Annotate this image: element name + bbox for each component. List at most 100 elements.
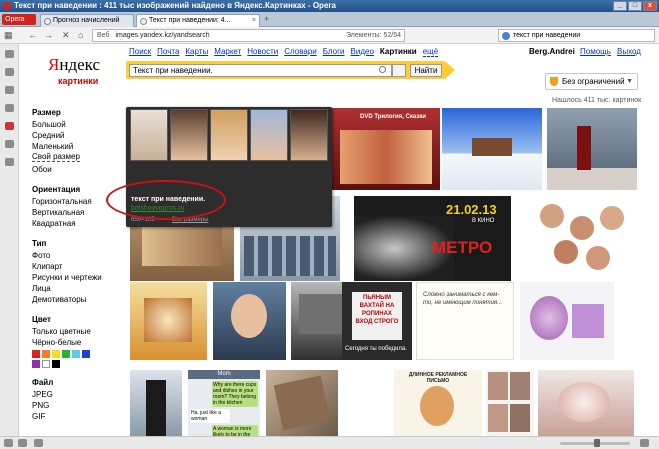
help-link[interactable]: Помощь — [580, 47, 611, 56]
chat-icon[interactable] — [5, 86, 14, 94]
nav-link-mail[interactable]: Почта — [157, 47, 179, 57]
tooltip-portrait[interactable] — [250, 109, 288, 161]
username[interactable]: Berg.Andrei — [529, 47, 575, 56]
panels-toggle-icon[interactable]: ▦ — [4, 30, 13, 40]
note-thumbnail[interactable]: Сложно заниматься с кем-то, не имеющим п… — [416, 282, 514, 360]
home-icon[interactable]: ⌂ — [78, 30, 83, 40]
swatch-black[interactable] — [52, 360, 60, 368]
tab-prognoz[interactable]: Прогноз начислений — [40, 14, 134, 27]
sync-icon[interactable] — [34, 439, 43, 447]
nav-link-search[interactable]: Поиск — [129, 47, 151, 57]
unite-icon[interactable] — [5, 158, 14, 166]
filter-size-small[interactable]: Маленький — [32, 141, 122, 152]
filter-square[interactable]: Квадратная — [32, 218, 122, 229]
image-thumbnail[interactable] — [520, 282, 614, 360]
filter-size-wallpaper[interactable]: Обои — [32, 164, 122, 175]
zoom-slider-handle[interactable] — [594, 439, 600, 447]
nav-link-dictionaries[interactable]: Словари — [284, 47, 317, 57]
cartoon-figure-shape — [420, 386, 454, 426]
tooltip-portrait[interactable] — [210, 109, 248, 161]
tooltip-portrait[interactable] — [170, 109, 208, 161]
tooltip-portrait[interactable] — [290, 109, 328, 161]
filter-type-clipart[interactable]: Клипарт — [32, 261, 122, 272]
logo-subtitle[interactable]: картинки — [58, 76, 98, 86]
cartoon-thumbnail[interactable]: ДЛИННОЕ РЕКЛАМНОЕ ПИСЬМО — [394, 370, 482, 436]
filter-color-only[interactable]: Только цветные — [32, 326, 122, 337]
metro-poster-thumbnail[interactable]: 21.02.13 В КИНО МЕТРО — [354, 196, 511, 281]
opera-menu-button[interactable]: Opera — [2, 14, 36, 25]
window-titlebar: Текст при наведении : 411 тыс изображени… — [0, 0, 659, 12]
nav-link-blogs[interactable]: Блоги — [323, 47, 345, 57]
filter-vertical[interactable]: Вертикальная — [32, 207, 122, 218]
image-thumbnail[interactable] — [486, 370, 534, 436]
search-form: Найти — [126, 61, 455, 79]
clear-search-icon[interactable] — [379, 66, 386, 73]
image-thumbnail[interactable] — [130, 282, 207, 360]
swatch-white[interactable] — [42, 360, 50, 368]
image-thumbnail[interactable] — [442, 108, 542, 190]
tab-yandex-images[interactable]: Текст при наведении: 4... × — [136, 14, 260, 27]
nav-link-market[interactable]: Маркет — [214, 47, 241, 57]
filter-file-gif[interactable]: GIF — [32, 411, 122, 422]
image-thumbnail[interactable] — [538, 370, 634, 436]
favicon-icon — [44, 18, 51, 25]
back-arrow-icon[interactable]: ← — [28, 30, 37, 40]
book-shape — [273, 375, 331, 431]
sms-thumbnail[interactable]: Mom Why are there cups and dishes in you… — [188, 370, 260, 436]
bookmarks-star-icon[interactable] — [5, 50, 14, 58]
swatch-cyan[interactable] — [72, 350, 80, 358]
notes-icon[interactable] — [5, 104, 14, 112]
image-thumbnail[interactable] — [213, 282, 286, 360]
swatch-orange[interactable] — [42, 350, 50, 358]
maximize-button[interactable]: □ — [628, 1, 642, 11]
filter-type-faces[interactable]: Лица — [32, 283, 122, 294]
close-tab-icon[interactable]: × — [252, 15, 256, 27]
camera-search-icon[interactable] — [392, 64, 406, 77]
address-bar[interactable]: Веб images.yandex.kz/yandsearch Элементы… — [92, 29, 405, 42]
turbo-icon[interactable] — [18, 439, 27, 447]
logout-link[interactable]: Выход — [617, 47, 641, 56]
swatch-blue[interactable] — [82, 350, 90, 358]
filter-type-demotivators[interactable]: Демотиваторы — [32, 294, 122, 305]
stop-icon[interactable]: ✕ — [62, 30, 70, 40]
minimize-button[interactable]: _ — [613, 1, 627, 11]
filter-type-photo[interactable]: Фото — [32, 250, 122, 261]
filter-size-custom[interactable]: Свой размер — [32, 152, 80, 162]
view-icon[interactable] — [640, 439, 649, 447]
browser-search-input[interactable]: текст при наведении — [498, 29, 655, 42]
filter-size-medium[interactable]: Средний — [32, 130, 122, 141]
filter-black-white[interactable]: Чёрно-белые — [32, 337, 122, 348]
nav-link-maps[interactable]: Карты — [185, 47, 208, 57]
filter-file-png[interactable]: PNG — [32, 400, 122, 411]
history-icon[interactable] — [5, 140, 14, 148]
forward-arrow-icon[interactable]: → — [44, 30, 53, 40]
image-thumbnail[interactable] — [130, 370, 182, 436]
swatch-red[interactable] — [32, 350, 40, 358]
mail-icon[interactable] — [5, 68, 14, 76]
nav-link-video[interactable]: Видео — [351, 47, 374, 57]
tooltip-portrait[interactable] — [130, 109, 168, 161]
nav-more-link[interactable]: ещё — [422, 47, 439, 57]
filter-file-jpeg[interactable]: JPEG — [32, 389, 122, 400]
swatch-green[interactable] — [62, 350, 70, 358]
face-shape — [488, 372, 508, 400]
filter-type-drawings[interactable]: Рисунки и чертежи — [32, 272, 122, 283]
new-tab-icon[interactable]: + — [264, 14, 269, 24]
swatch-purple[interactable] — [32, 360, 40, 368]
metro-title: МЕТРО — [432, 238, 493, 257]
image-thumbnail[interactable] — [266, 370, 338, 436]
panel-toggle-icon[interactable] — [4, 439, 13, 447]
image-thumbnail[interactable]: DVD Трилогия, Сказки — [332, 108, 440, 190]
downloads-icon[interactable] — [5, 122, 14, 130]
swatch-yellow[interactable] — [52, 350, 60, 358]
search-input[interactable] — [129, 64, 392, 77]
filter-size-large[interactable]: Большой — [32, 119, 122, 130]
find-button[interactable]: Найти — [410, 64, 442, 77]
sign-thumbnail[interactable]: ПЬЯНЫМ ВАХТАЙ НА РОПИНАХ ВХОД СТРОГО Сег… — [342, 282, 412, 360]
safe-search-dropdown[interactable]: Без ограничений ▼ — [545, 73, 638, 90]
nav-link-news[interactable]: Новости — [247, 47, 278, 57]
close-window-button[interactable]: x — [643, 1, 657, 11]
image-thumbnail[interactable] — [547, 108, 637, 190]
image-thumbnail[interactable] — [530, 196, 634, 281]
yandex-logo[interactable]: Яндекс — [48, 56, 108, 73]
